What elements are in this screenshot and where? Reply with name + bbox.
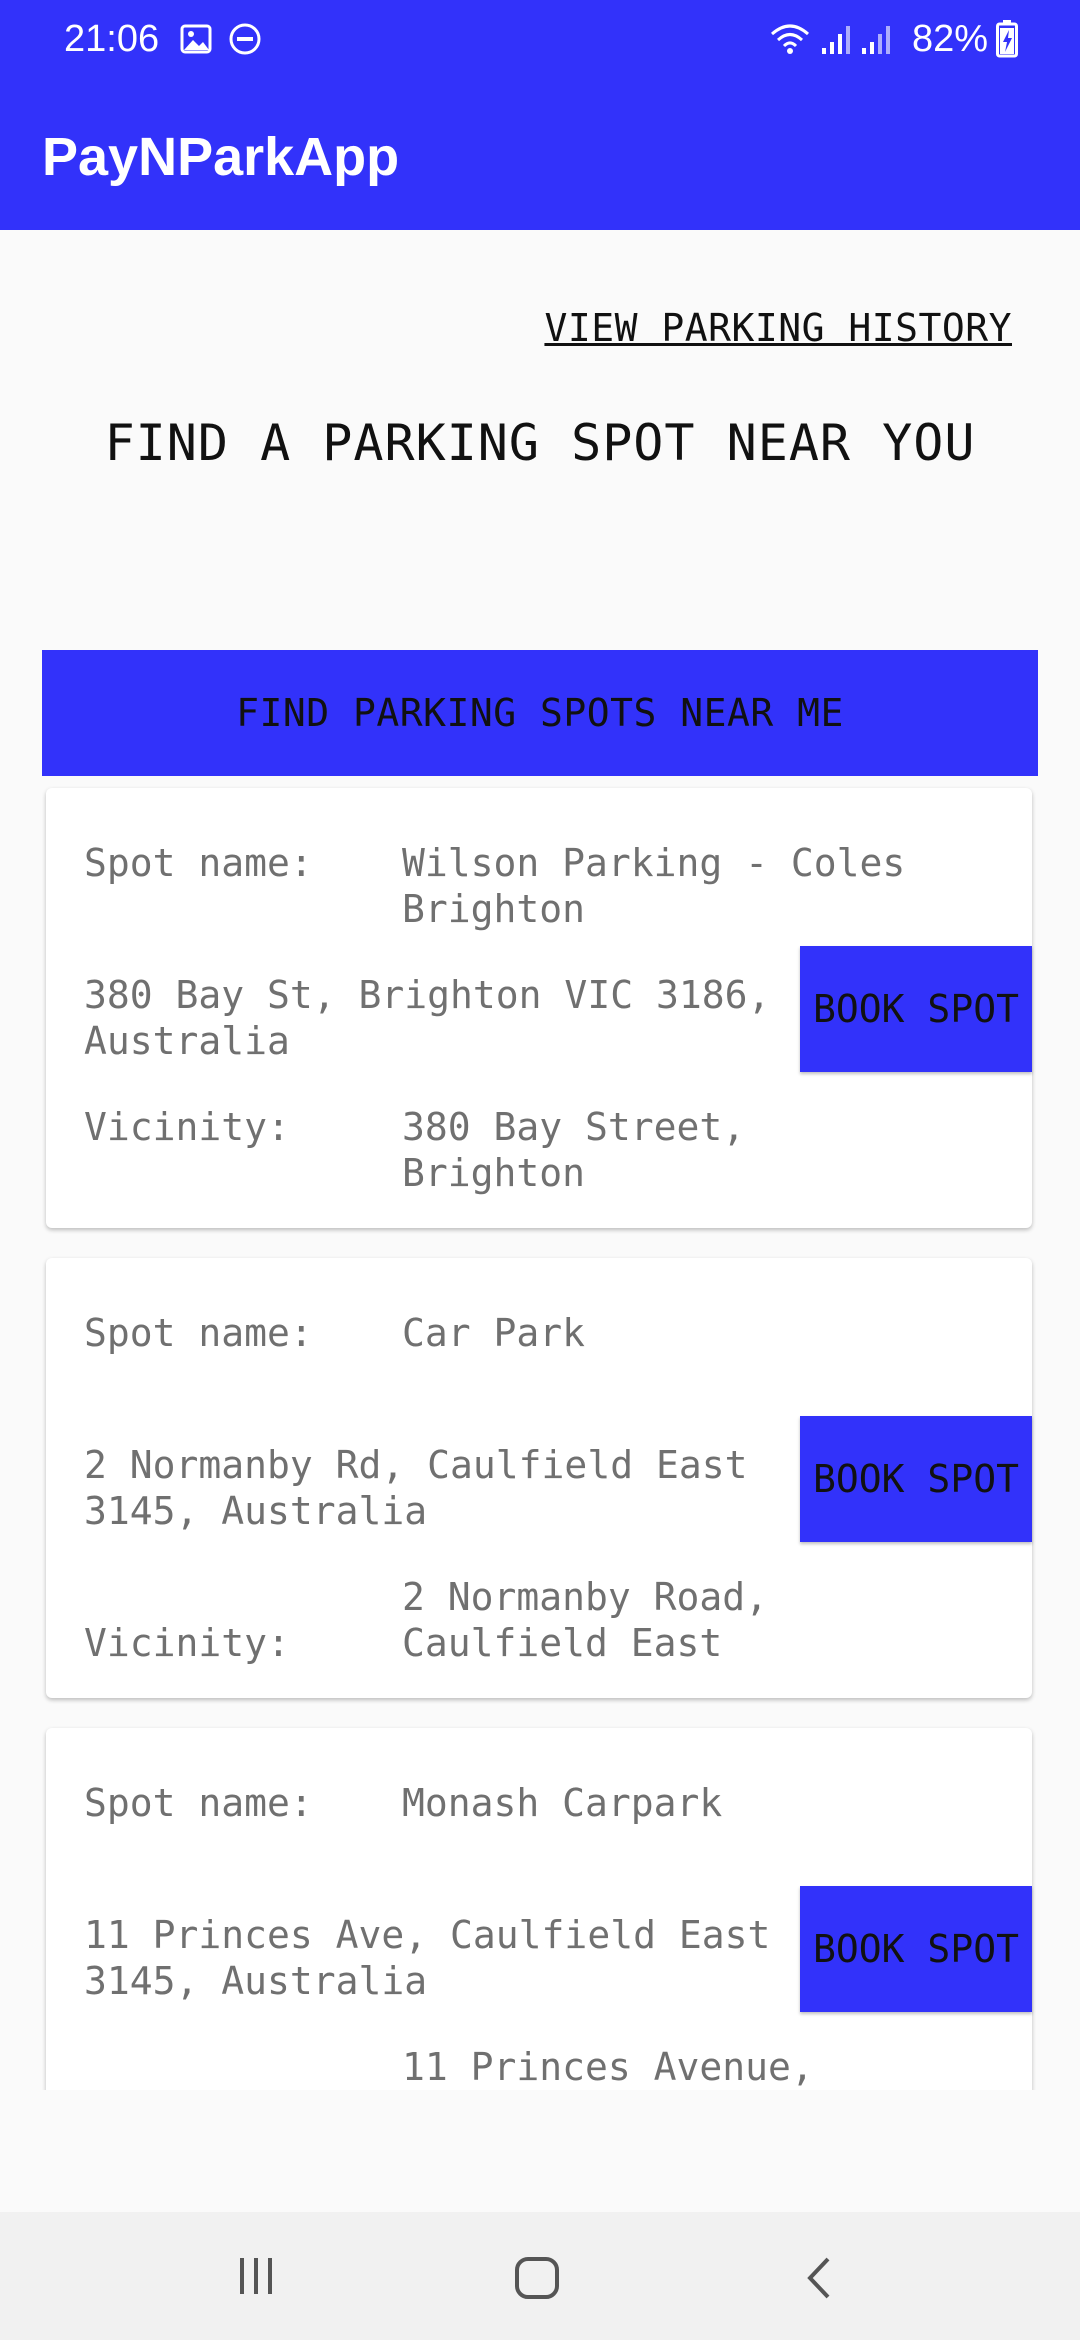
book-spot-button[interactable]: BOOK SPOT xyxy=(800,946,1032,1072)
spot-name-value: Monash Carpark xyxy=(402,1781,723,1825)
vicinity-label: Vicinity: xyxy=(84,1621,290,1665)
app-title: PayNParkApp xyxy=(42,127,400,187)
signal-roaming-icon xyxy=(862,26,890,54)
vicinity-value: 2 Normanby Road, Caulfield East xyxy=(402,1575,769,1665)
recent-apps-icon[interactable] xyxy=(236,2256,276,2296)
parking-spot-card: Spot name: Car Park 2 Normanby Rd, Caulf… xyxy=(46,1258,1032,1698)
page-heading: FIND A PARKING SPOT NEAR YOU xyxy=(104,414,976,472)
vicinity-label: Vicinity: xyxy=(84,1105,290,1149)
spot-address: 2 Normanby Rd, Caulfield East 3145, Aust… xyxy=(84,1443,748,1533)
spot-name-value: Wilson Parking - Coles Brighton xyxy=(402,841,906,931)
gallery-icon xyxy=(180,24,212,54)
spot-address: 11 Princes Ave, Caulfield East 3145, Aus… xyxy=(84,1913,771,2003)
parking-spot-list[interactable]: Spot name: Wilson Parking - Coles Bright… xyxy=(0,780,1080,2090)
navigation-bar xyxy=(0,2212,1080,2340)
status-bar: 21:06 82% xyxy=(0,0,1080,80)
app-bar: PayNParkApp xyxy=(0,80,1080,230)
spot-name-value: Car Park xyxy=(402,1311,586,1355)
battery-percent: 82% xyxy=(912,18,989,60)
signal-icon xyxy=(822,26,850,54)
find-parking-spots-button[interactable]: FIND PARKING SPOTS NEAR ME xyxy=(42,650,1038,776)
spot-name-label: Spot name: xyxy=(84,1311,313,1355)
parking-spot-card: Spot name: Wilson Parking - Coles Bright… xyxy=(46,788,1032,1228)
home-icon[interactable] xyxy=(514,2256,560,2300)
status-time: 21:06 xyxy=(64,18,160,60)
back-icon[interactable] xyxy=(804,2256,834,2300)
vicinity-value: 380 Bay Street, Brighton xyxy=(402,1105,746,1195)
parking-spot-card: Spot name: Monash Carpark 11 Princes Ave… xyxy=(46,1728,1032,2090)
spot-name-label: Spot name: xyxy=(84,841,313,885)
view-parking-history-link[interactable]: VIEW PARKING HISTORY xyxy=(544,306,1012,350)
book-spot-button[interactable]: BOOK SPOT xyxy=(800,1886,1032,2012)
battery-charging-icon xyxy=(996,20,1018,58)
wifi-icon xyxy=(771,24,809,54)
spot-name-label: Spot name: xyxy=(84,1781,313,1825)
spot-address: 380 Bay St, Brighton VIC 3186, Australia xyxy=(84,973,771,1063)
vicinity-value: 11 Princes Avenue, Caulfield East xyxy=(402,2045,814,2089)
book-spot-button[interactable]: BOOK SPOT xyxy=(800,1416,1032,1542)
do-not-disturb-icon xyxy=(229,23,261,55)
